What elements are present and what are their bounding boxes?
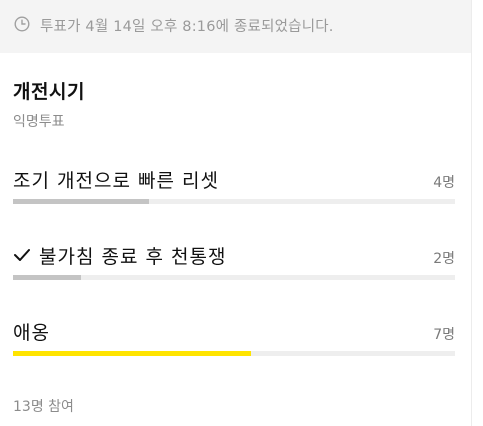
poll-option-count: 7명 xyxy=(433,327,455,343)
poll-title: 개전시기 xyxy=(13,81,85,103)
poll-option-label: 조기 개전으로 빠른 리셋 xyxy=(13,170,219,192)
poll-option-3[interactable]: 애옹 7명 xyxy=(13,318,455,378)
vote-bar-fill xyxy=(13,199,150,204)
poll-option-label: 애옹 xyxy=(13,322,50,344)
vote-bar-fill xyxy=(13,351,251,356)
poll-option-count: 4명 xyxy=(433,175,455,191)
vote-bar-track xyxy=(13,199,455,204)
poll-type-label: 익명투표 xyxy=(13,114,65,130)
vote-bar-fill xyxy=(13,275,82,280)
vote-bar-track xyxy=(13,275,455,280)
scrollbar-gutter xyxy=(471,0,483,426)
check-icon xyxy=(14,249,30,261)
poll-option-1[interactable]: 조기 개전으로 빠른 리셋 4명 xyxy=(13,166,455,226)
poll-ended-notice: 투표가 4월 14일 오후 8:16에 종료되었습니다. xyxy=(0,0,471,53)
poll-option-label: 불가침 종료 후 천통쟁 xyxy=(13,242,226,269)
participant-count: 13명 참여 xyxy=(13,399,74,415)
poll-option-count: 2명 xyxy=(433,251,455,267)
poll-ended-text: 투표가 4월 14일 오후 8:16에 종료되었습니다. xyxy=(40,19,334,35)
poll-option-2[interactable]: 불가침 종료 후 천통쟁 2명 xyxy=(13,242,455,302)
clock-icon xyxy=(14,16,30,32)
vote-bar-track xyxy=(13,351,455,356)
